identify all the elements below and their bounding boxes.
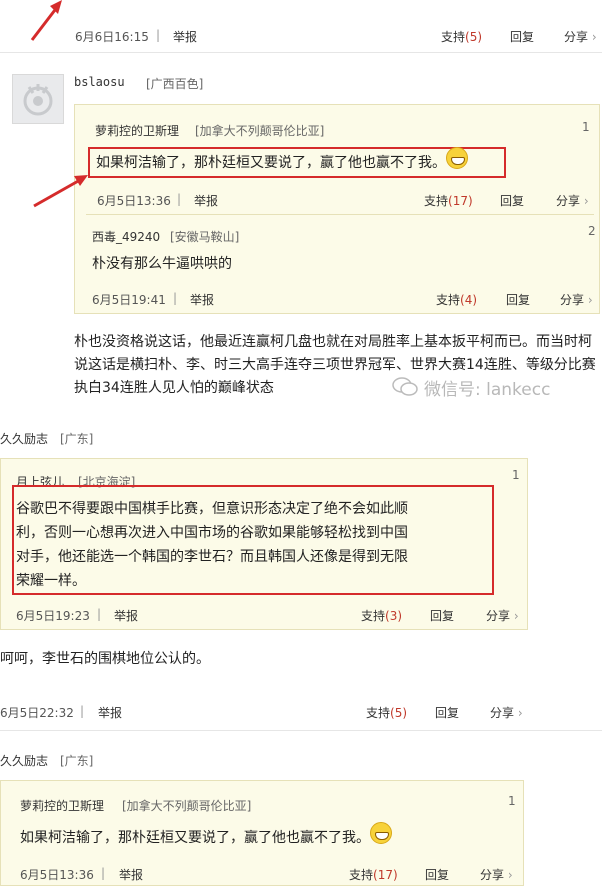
quote-time: 6月5日13:36 bbox=[20, 868, 94, 882]
quote-username[interactable]: 西毒_49240 bbox=[92, 228, 160, 245]
quote-text: 朴没有那么牛逼哄哄的 bbox=[92, 256, 232, 272]
separator: | bbox=[173, 291, 178, 305]
comment-username[interactable]: bslaosu bbox=[74, 75, 125, 89]
quote-username[interactable]: 萝莉控的卫斯理 bbox=[95, 122, 179, 139]
comment-username[interactable]: 久久励志 bbox=[0, 752, 48, 769]
comment-location: [广东] bbox=[60, 432, 94, 446]
quote-location: [加拿大不列颠哥伦比亚] bbox=[122, 799, 252, 813]
quote-time: 6月5日13:36 bbox=[97, 194, 171, 208]
report-link[interactable]: 举报 bbox=[190, 291, 214, 308]
reply-button[interactable]: 回复 bbox=[500, 192, 524, 209]
report-link[interactable]: 举报 bbox=[173, 28, 197, 45]
support-button[interactable]: 支持(5) bbox=[441, 28, 482, 45]
quote-text-line: 利，否则一心想再次进入中国市场的谷歌如果能够轻松找到中国 bbox=[16, 525, 408, 541]
floor-number: 1 bbox=[582, 120, 590, 134]
comment-username[interactable]: 久久励志 bbox=[0, 430, 48, 447]
support-button[interactable]: 支持(5) bbox=[366, 704, 407, 721]
comment-location: [广西百色] bbox=[146, 77, 204, 91]
share-button[interactable]: 分享 bbox=[564, 28, 597, 45]
avatar bbox=[12, 74, 64, 124]
floor-number: 2 bbox=[588, 224, 596, 238]
quote-text-line: 对手，他还能选一个韩国的李世石？而且韩国人还像是得到无限 bbox=[16, 549, 408, 565]
floor-number: 1 bbox=[508, 794, 516, 808]
comment-body-line: 执白34连胜人见人怕的巅峰状态 bbox=[74, 380, 274, 396]
quote-text-line: 荣耀一样。 bbox=[16, 573, 86, 589]
support-button[interactable]: 支持(4) bbox=[436, 291, 477, 308]
report-link[interactable]: 举报 bbox=[194, 192, 218, 209]
comment-body: 呵呵，李世石的围棋地位公认的。 bbox=[0, 651, 210, 667]
support-button[interactable]: 支持(3) bbox=[361, 607, 402, 624]
share-button[interactable]: 分享 bbox=[560, 291, 593, 308]
divider bbox=[0, 730, 602, 731]
reply-button[interactable]: 回复 bbox=[435, 704, 459, 721]
grin-emoji-icon bbox=[370, 822, 392, 844]
default-avatar-icon bbox=[23, 84, 53, 116]
report-link[interactable]: 举报 bbox=[114, 607, 138, 624]
reply-button[interactable]: 回复 bbox=[425, 866, 449, 883]
quote-location: [安徽马鞍山] bbox=[170, 230, 240, 244]
quote-text-line: 谷歌巴不得要跟中国棋手比赛，但意识形态决定了绝不会如此顺 bbox=[16, 501, 408, 517]
quote-text: 如果柯洁输了，那朴廷桓又要说了，赢了他也赢不了我。 bbox=[20, 830, 370, 846]
comment-location: [广东] bbox=[60, 754, 94, 768]
separator: | bbox=[80, 704, 85, 718]
reply-button[interactable]: 回复 bbox=[510, 28, 534, 45]
annotation-arrow-quote bbox=[33, 175, 88, 208]
comment-time: 6月6日16:15 bbox=[75, 30, 149, 44]
separator: | bbox=[177, 192, 182, 206]
separator: | bbox=[156, 28, 161, 42]
reply-button[interactable]: 回复 bbox=[430, 607, 454, 624]
watermark: 微信号: lankecc bbox=[392, 374, 550, 400]
grin-emoji-icon bbox=[446, 147, 468, 169]
watermark-text: 微信号: lankecc bbox=[424, 379, 551, 400]
wechat-icon bbox=[392, 377, 418, 396]
share-button[interactable]: 分享 bbox=[490, 704, 523, 721]
quote-time: 6月5日19:23 bbox=[16, 609, 90, 623]
comment-time: 6月5日22:32 bbox=[0, 706, 74, 720]
separator: | bbox=[97, 607, 102, 621]
share-button[interactable]: 分享 bbox=[480, 866, 513, 883]
reply-button[interactable]: 回复 bbox=[506, 291, 530, 308]
floor-number: 1 bbox=[512, 468, 520, 482]
quote-time: 6月5日19:41 bbox=[92, 293, 166, 307]
divider bbox=[0, 52, 602, 53]
separator: | bbox=[101, 866, 106, 880]
annotation-arrow-top bbox=[30, 0, 62, 41]
report-link[interactable]: 举报 bbox=[98, 704, 122, 721]
report-link[interactable]: 举报 bbox=[119, 866, 143, 883]
share-button[interactable]: 分享 bbox=[556, 192, 589, 209]
divider bbox=[86, 214, 594, 215]
support-button[interactable]: 支持(17) bbox=[424, 192, 473, 209]
quote-text: 如果柯洁输了，那朴廷桓又要说了，赢了他也赢不了我。 bbox=[96, 155, 446, 171]
quote-location: [加拿大不列颠哥伦比亚] bbox=[195, 124, 325, 138]
share-button[interactable]: 分享 bbox=[486, 607, 519, 624]
comment-body-line: 朴也没资格说这话，他最近连赢柯几盘也就在对局胜率上基本扳平柯而已。而当时柯 bbox=[74, 334, 592, 350]
quote-username[interactable]: 萝莉控的卫斯理 bbox=[20, 797, 104, 814]
support-button[interactable]: 支持(17) bbox=[349, 866, 398, 883]
